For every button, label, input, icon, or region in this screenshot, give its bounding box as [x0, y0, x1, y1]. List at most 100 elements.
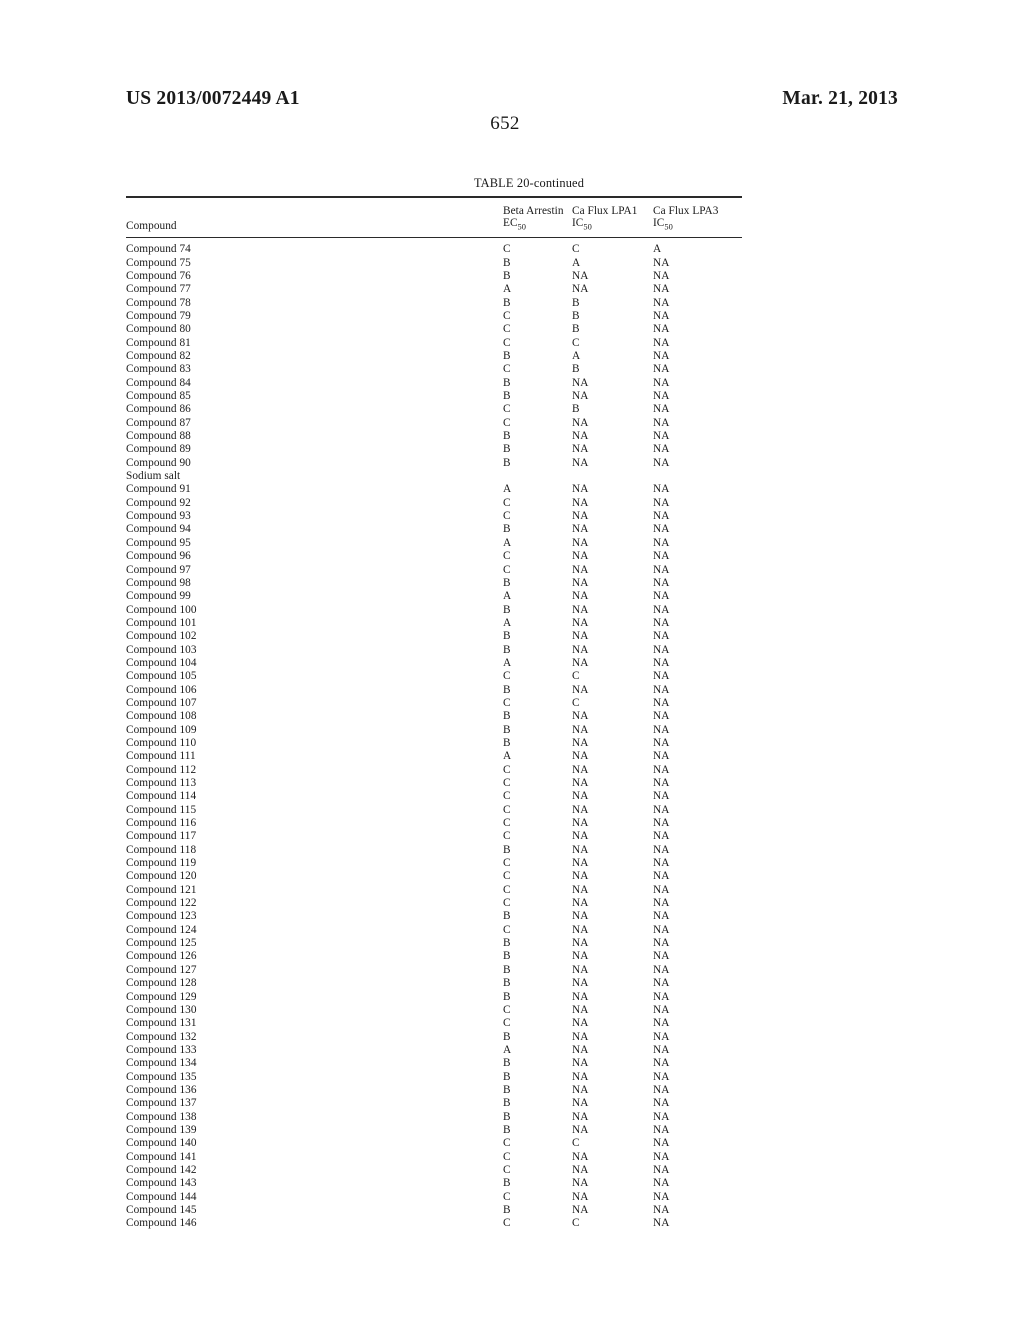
- table-row: Compound 105 C C NA: [126, 670, 742, 683]
- ca-flux-lpa3-ic50-value: NA: [653, 723, 670, 736]
- ca-flux-lpa1-ic50-value: NA: [572, 510, 589, 523]
- compound-name: Compound 90: [126, 456, 191, 469]
- compound-name: Compound 140: [126, 1137, 197, 1150]
- table-row: Compound 84 B NA NA: [126, 377, 742, 390]
- ca-flux-lpa1-ic50-value: NA: [572, 736, 589, 749]
- beta-arrestin-ec50-value: C: [503, 1217, 511, 1230]
- running-head: US 2013/0072449 A1 Mar. 21, 2013: [126, 88, 898, 114]
- ca-flux-lpa3-ic50-value: NA: [653, 403, 670, 416]
- compound-name: Compound 142: [126, 1163, 197, 1176]
- ca-flux-lpa3-ic50-value: NA: [653, 736, 670, 749]
- compound-name: Compound 108: [126, 710, 197, 723]
- beta-arrestin-ec50-value: C: [503, 897, 511, 910]
- beta-arrestin-ec50-value: B: [503, 269, 511, 282]
- ca-flux-lpa1-ic50-value: NA: [572, 1177, 589, 1190]
- beta-arrestin-ec50-value: C: [503, 336, 511, 349]
- table-row: Compound 104 A NA NA: [126, 657, 742, 670]
- compound-name: Compound 85: [126, 390, 191, 403]
- ca-flux-lpa1-ic50-value: C: [572, 336, 580, 349]
- beta-arrestin-ec50-value: B: [503, 390, 511, 403]
- table-row: Compound 125 B NA NA: [126, 937, 742, 950]
- ca-flux-lpa1-ic50-value: NA: [572, 950, 589, 963]
- table-row: Compound 111 A NA NA: [126, 750, 742, 763]
- beta-arrestin-ec50-value: C: [503, 403, 511, 416]
- beta-arrestin-ec50-value: B: [503, 990, 511, 1003]
- table-row: Compound 101 A NA NA: [126, 617, 742, 630]
- ca-flux-lpa3-ic50-value: NA: [653, 790, 670, 803]
- ca-flux-lpa1-ic50-value: NA: [572, 536, 589, 549]
- compound-name: Compound 75: [126, 256, 191, 269]
- beta-arrestin-ec50-value: B: [503, 256, 511, 269]
- compound-name: Compound 89: [126, 443, 191, 456]
- beta-arrestin-ec50-value: C: [503, 1150, 511, 1163]
- ca-flux-lpa3-ic50-value: NA: [653, 550, 670, 563]
- beta-arrestin-ec50-value: B: [503, 963, 511, 976]
- header-ca-flux-lpa3-ic50: IC50: [653, 217, 673, 232]
- compound-name: Compound 102: [126, 630, 197, 643]
- ca-flux-lpa3-ic50-value: NA: [653, 309, 670, 322]
- ca-flux-lpa1-ic50-value: NA: [572, 790, 589, 803]
- compound-name: Compound 146: [126, 1217, 197, 1230]
- ca-flux-lpa3-ic50-value: NA: [653, 696, 670, 709]
- ca-flux-lpa3-ic50-value: NA: [653, 1190, 670, 1203]
- beta-arrestin-ec50-value: B: [503, 683, 511, 696]
- ca-flux-lpa3-ic50-value: NA: [653, 750, 670, 763]
- ca-flux-lpa1-ic50-value: NA: [572, 1070, 589, 1083]
- ca-flux-lpa1-ic50-value: B: [572, 403, 580, 416]
- ca-flux-lpa3-ic50-value: NA: [653, 456, 670, 469]
- beta-arrestin-ec50-value: B: [503, 723, 511, 736]
- beta-arrestin-ec50-value: B: [503, 456, 511, 469]
- ca-flux-lpa3-ic50-value: NA: [653, 857, 670, 870]
- header-compound-spacer: [126, 198, 503, 217]
- ca-flux-lpa3-ic50-value: NA: [653, 523, 670, 536]
- ca-flux-lpa3-ic50-value: NA: [653, 1017, 670, 1030]
- table-row: Compound 122 C NA NA: [126, 897, 742, 910]
- beta-arrestin-ec50-value: B: [503, 350, 511, 362]
- table-row: Compound 78 B B NA: [126, 297, 742, 310]
- compound-name: Compound 107: [126, 696, 197, 709]
- compound-name: Compound 83: [126, 363, 191, 376]
- ca-flux-lpa1-ic50-value: NA: [572, 830, 589, 843]
- ca-flux-lpa3-ic50-value: NA: [653, 643, 670, 656]
- beta-arrestin-ec50-value: B: [503, 736, 511, 749]
- beta-arrestin-ec50-value: C: [503, 1163, 511, 1176]
- ca-flux-lpa1-ic50-value: NA: [572, 550, 589, 563]
- ca-flux-lpa3-ic50-value: NA: [653, 256, 670, 269]
- ca-flux-lpa3-ic50-value: NA: [653, 1217, 670, 1230]
- compound-name: Compound 134: [126, 1057, 197, 1070]
- ca-flux-lpa1-ic50-value: NA: [572, 376, 589, 389]
- ca-flux-lpa1-ic50-value: NA: [572, 723, 589, 736]
- table-row: Compound 75 B A NA: [126, 257, 742, 270]
- ca-flux-lpa1-ic50-value: NA: [572, 1123, 589, 1136]
- ca-flux-lpa3-ic50-value: NA: [653, 683, 670, 696]
- table-row: Compound 128 B NA NA: [126, 977, 742, 990]
- subscript-50: 50: [664, 222, 673, 232]
- ca-flux-lpa3-ic50-value: NA: [653, 1110, 670, 1123]
- ca-flux-lpa1-ic50-value: NA: [572, 643, 589, 656]
- beta-arrestin-ec50-value: B: [503, 443, 511, 456]
- compound-name: Compound 87: [126, 416, 191, 429]
- ca-flux-lpa3-ic50-value: NA: [653, 1123, 670, 1136]
- table-row: Compound 85 B NA NA: [126, 390, 742, 403]
- compound-name: Compound 113: [126, 777, 197, 789]
- table-header-row-top: Beta Arrestin Ca Flux LPA1 Ca Flux LPA3: [126, 198, 742, 217]
- compound-name: Compound 103: [126, 643, 197, 656]
- beta-arrestin-ec50-value: A: [503, 656, 512, 669]
- ca-flux-lpa3-ic50-value: NA: [653, 483, 670, 496]
- header-compound: Compound: [126, 220, 177, 233]
- table-row: Compound 115 C NA NA: [126, 804, 742, 817]
- table-row: Compound 80 C B NA: [126, 323, 742, 336]
- beta-arrestin-ec50-value: B: [503, 1070, 511, 1083]
- beta-arrestin-ec50-value: C: [503, 790, 511, 803]
- table-row: Compound 121 C NA NA: [126, 884, 742, 897]
- ca-flux-lpa1-ic50-value: NA: [572, 576, 589, 589]
- beta-arrestin-ec50-value: B: [503, 1204, 511, 1216]
- ca-flux-lpa1-ic50-value: NA: [572, 763, 589, 776]
- beta-arrestin-ec50-value: B: [503, 843, 511, 856]
- compound-name: Compound 95: [126, 536, 191, 549]
- ca-flux-lpa1-ic50-value: NA: [572, 483, 589, 496]
- ca-flux-lpa1-ic50-value: NA: [572, 817, 589, 830]
- ca-flux-lpa1-ic50-value: NA: [572, 390, 589, 403]
- beta-arrestin-ec50-value: B: [503, 910, 511, 923]
- ca-flux-lpa3-ic50-value: NA: [653, 950, 670, 963]
